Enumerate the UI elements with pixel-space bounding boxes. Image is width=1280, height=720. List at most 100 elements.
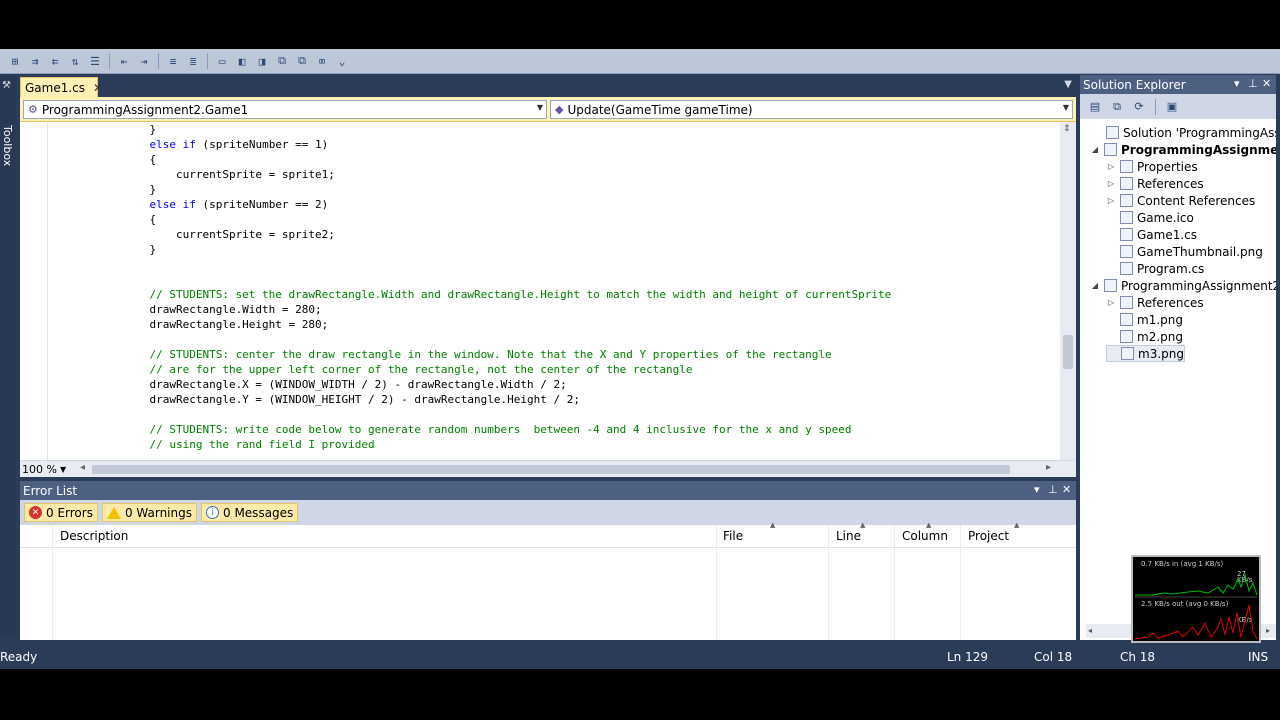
- refresh-icon[interactable]: ⟳: [1130, 98, 1148, 116]
- next-bookmark-icon[interactable]: ◨: [253, 52, 271, 70]
- code-line[interactable]: currentSprite = sprite2;: [70, 227, 1055, 242]
- tree-item-file[interactable]: m2.png: [1106, 328, 1183, 345]
- prev-bookmark-icon[interactable]: ◧: [233, 52, 251, 70]
- errors-filter-button[interactable]: ✕ 0 Errors: [24, 503, 98, 522]
- scroll-left-icon[interactable]: ◂: [80, 462, 85, 473]
- zoom-combo[interactable]: 100 % ▼: [22, 462, 78, 477]
- tree-item-project[interactable]: ◢ ProgrammingAssignment2Co: [1090, 277, 1276, 294]
- expand-arrow-icon[interactable]: ▷: [1106, 196, 1116, 205]
- outdent-icon[interactable]: ⇇: [46, 52, 64, 70]
- code-line[interactable]: [70, 257, 1055, 272]
- show-all-files-icon[interactable]: ⧉: [1108, 98, 1126, 116]
- sort-icon[interactable]: ⇅: [66, 52, 84, 70]
- code-line[interactable]: drawRectangle.Y = (WINDOW_HEIGHT / 2) - …: [70, 392, 1055, 407]
- code-text[interactable]: } else if (spriteNumber == 1) { currentS…: [70, 122, 1055, 460]
- tree-item-file[interactable]: Game.ico: [1106, 209, 1194, 226]
- bookmark-icon[interactable]: ▭: [213, 52, 231, 70]
- next-folder-bookmark-icon[interactable]: ⧉: [293, 52, 311, 70]
- member-combo[interactable]: ◆ Update(GameTime gameTime) ▼: [550, 100, 1073, 119]
- toolbox-strip[interactable]: ⚒ Toolbox: [0, 75, 16, 638]
- column-line[interactable]: Line: [836, 529, 861, 543]
- tree-item-project[interactable]: ◢ ProgrammingAssignment2: [1090, 141, 1276, 158]
- code-line[interactable]: {: [70, 212, 1055, 227]
- column-file[interactable]: File: [723, 529, 743, 543]
- tree-item-file[interactable]: Game1.cs: [1106, 226, 1197, 243]
- overflow-icon[interactable]: ⌄: [333, 52, 351, 70]
- pin-icon[interactable]: ⊥: [1048, 483, 1058, 496]
- code-line[interactable]: // STUDENTS: write code below to generat…: [70, 422, 1055, 437]
- code-token: drawRectangle.X = (WINDOW_WIDTH / 2) - d…: [70, 378, 567, 391]
- code-line[interactable]: [70, 407, 1055, 422]
- expand-arrow-icon[interactable]: ▷: [1106, 162, 1116, 171]
- close-icon[interactable]: ✕: [1062, 483, 1071, 496]
- code-line[interactable]: else if (spriteNumber == 2): [70, 197, 1055, 212]
- code-line[interactable]: drawRectangle.X = (WINDOW_WIDTH / 2) - d…: [70, 377, 1055, 392]
- view-code-icon[interactable]: ▣: [1163, 98, 1181, 116]
- tree-item-folder[interactable]: ▷ References: [1106, 175, 1204, 192]
- code-line[interactable]: // STUDENTS: center the draw rectangle i…: [70, 347, 1055, 362]
- code-line[interactable]: [70, 332, 1055, 347]
- type-combo[interactable]: ⚙ ProgrammingAssignment2.Game1 ▼: [23, 100, 547, 119]
- status-line: Ln 129: [947, 650, 989, 664]
- indent-icon[interactable]: ⇉: [26, 52, 44, 70]
- tree-item-folder[interactable]: ▷ Content References: [1106, 192, 1255, 209]
- scroll-left-icon[interactable]: ◂: [1088, 626, 1092, 635]
- prev-folder-bookmark-icon[interactable]: ⧉: [273, 52, 291, 70]
- scroll-right-icon[interactable]: ▸: [1266, 626, 1270, 635]
- code-line[interactable]: currentSprite = sprite1;: [70, 167, 1055, 182]
- close-icon[interactable]: ✕: [1262, 77, 1271, 90]
- scroll-thumb[interactable]: [1063, 335, 1073, 369]
- tree-item-solution[interactable]: Solution 'ProgrammingAssignme: [1092, 124, 1276, 141]
- comment-icon[interactable]: ≡: [164, 52, 182, 70]
- clear-bookmark-icon[interactable]: ⌧: [313, 52, 331, 70]
- column-project[interactable]: Project: [968, 529, 1009, 543]
- vertical-scrollbar[interactable]: ⇕: [1060, 122, 1076, 460]
- tree-item-folder[interactable]: ▷ References: [1106, 294, 1204, 311]
- code-line[interactable]: drawRectangle.Width = 280;: [70, 302, 1055, 317]
- code-line[interactable]: // are for the upper left corner of the …: [70, 362, 1055, 377]
- code-editor[interactable]: } else if (spriteNumber == 1) { currentS…: [20, 122, 1060, 460]
- list-icon[interactable]: ☰: [86, 52, 104, 70]
- code-line[interactable]: // using the rand field I provided: [70, 437, 1055, 452]
- uncomment-icon[interactable]: ≣: [184, 52, 202, 70]
- code-line[interactable]: else if (spriteNumber == 1): [70, 137, 1055, 152]
- code-line[interactable]: [70, 272, 1055, 287]
- code-line[interactable]: }: [70, 182, 1055, 197]
- expand-arrow-icon[interactable]: ▷: [1106, 179, 1116, 188]
- format-icon[interactable]: ⊞: [6, 52, 24, 70]
- chevron-down-icon[interactable]: ▾: [1234, 77, 1240, 90]
- expand-arrow-icon[interactable]: ▷: [1106, 298, 1116, 307]
- tree-item-file[interactable]: GameThumbnail.png: [1106, 243, 1263, 260]
- scroll-thumb[interactable]: [92, 465, 1010, 474]
- tab-dropdown-icon[interactable]: ▼: [1064, 79, 1072, 90]
- column-column[interactable]: Column: [902, 529, 948, 543]
- warnings-filter-button[interactable]: 0 Warnings: [101, 503, 197, 522]
- properties-icon[interactable]: ▤: [1086, 98, 1104, 116]
- code-line[interactable]: drawRectangle.Height = 280;: [70, 317, 1055, 332]
- toolbox-label[interactable]: Toolbox: [1, 125, 14, 166]
- chevron-down-icon[interactable]: ▾: [1034, 483, 1040, 496]
- tree-item-folder[interactable]: ▷ Properties: [1106, 158, 1198, 175]
- collapse-arrow-icon[interactable]: ◢: [1090, 281, 1100, 290]
- tab-game1-cs[interactable]: Game1.cs ✕: [20, 77, 103, 97]
- code-line[interactable]: }: [70, 122, 1055, 137]
- info-icon: i: [206, 506, 219, 519]
- tree-item-file[interactable]: m3.png: [1106, 345, 1185, 362]
- pin-icon[interactable]: ⊥: [1248, 77, 1258, 90]
- toolbox-icon[interactable]: ⚒: [2, 80, 14, 92]
- split-icon[interactable]: ⇕: [1063, 124, 1071, 134]
- solution-explorer-header: Solution Explorer ▾ ⊥ ✕: [1080, 75, 1276, 94]
- scroll-right-icon[interactable]: ▸: [1046, 462, 1051, 473]
- close-icon[interactable]: ✕: [93, 81, 103, 95]
- code-line[interactable]: }: [70, 242, 1055, 257]
- tree-item-file[interactable]: Program.cs: [1106, 260, 1204, 277]
- indent-left-icon[interactable]: ⇤: [115, 52, 133, 70]
- indent-right-icon[interactable]: ⇥: [135, 52, 153, 70]
- collapse-arrow-icon[interactable]: ◢: [1090, 145, 1100, 154]
- tree-item-file[interactable]: m1.png: [1106, 311, 1183, 328]
- messages-filter-button[interactable]: i 0 Messages: [201, 503, 299, 522]
- column-description[interactable]: Description: [60, 529, 128, 543]
- code-line[interactable]: // STUDENTS: set the drawRectangle.Width…: [70, 287, 1055, 302]
- code-line[interactable]: {: [70, 152, 1055, 167]
- horizontal-scrollbar[interactable]: 100 % ▼ ◂ ▸: [20, 460, 1076, 477]
